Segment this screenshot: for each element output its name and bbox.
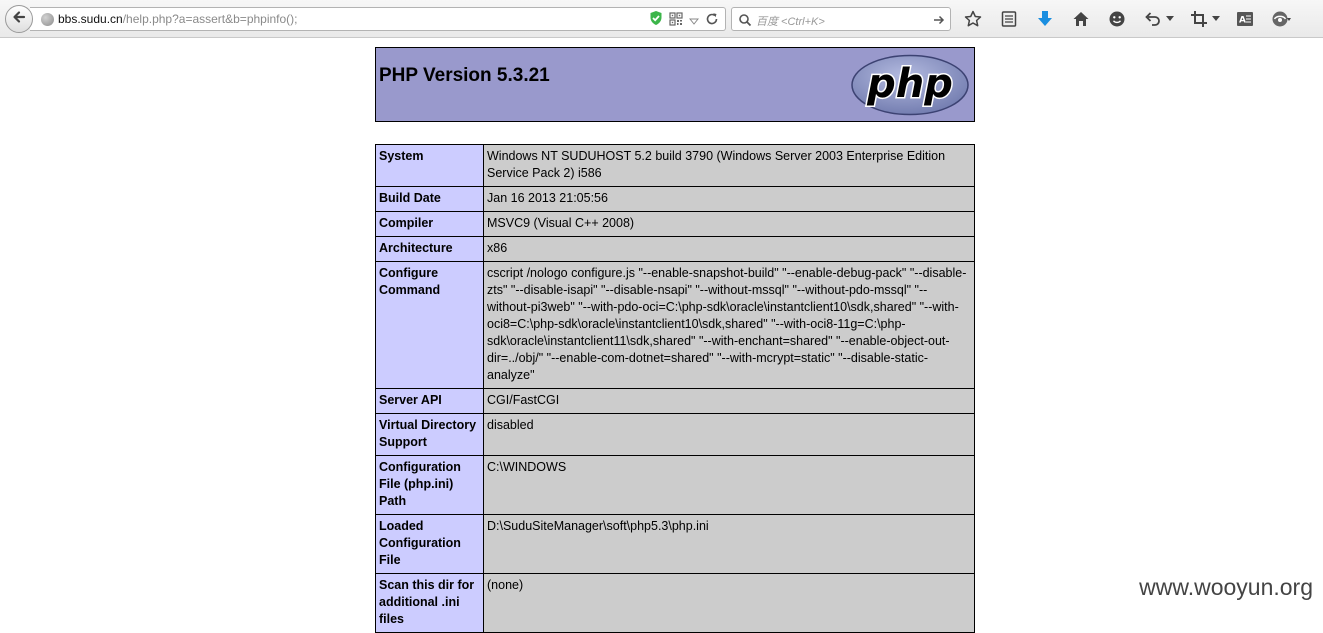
row-key: Scan this dir for additional .ini files: [375, 573, 484, 633]
download-icon[interactable]: [1034, 8, 1056, 30]
address-bar-icons: [649, 11, 719, 29]
addon-menu-icon[interactable]: [1270, 8, 1292, 30]
home-icon[interactable]: [1070, 8, 1092, 30]
search-icon: [738, 12, 752, 31]
table-row: Loaded Configuration File D:\SuduSiteMan…: [375, 514, 975, 574]
url-host: bbs.sudu.cn: [58, 12, 123, 26]
toolbar-icons: A: [962, 8, 1292, 30]
table-row: Compiler MSVC9 (Visual C++ 2008): [375, 211, 975, 237]
phpinfo-content: PHP Version 5.3.21 php php System Window…: [375, 47, 975, 633]
phpinfo-table: System Windows NT SUDUHOST 5.2 build 379…: [375, 144, 975, 633]
emoji-icon[interactable]: [1106, 8, 1128, 30]
table-row: Scan this dir for additional .ini files …: [375, 573, 975, 633]
row-value: x86: [483, 236, 975, 262]
row-value: (none): [483, 573, 975, 633]
row-key: System: [375, 144, 484, 187]
page-title: PHP Version 5.3.21: [379, 65, 550, 86]
table-row: Virtual Directory Support disabled: [375, 413, 975, 456]
row-key: Architecture: [375, 236, 484, 262]
svg-text:A: A: [1239, 16, 1246, 26]
search-bar[interactable]: 百度 <Ctrl+K>: [731, 7, 951, 31]
row-value: Jan 16 2013 21:05:56: [483, 186, 975, 212]
table-row: System Windows NT SUDUHOST 5.2 build 379…: [375, 144, 975, 187]
crop-icon[interactable]: [1188, 8, 1210, 30]
row-value: Windows NT SUDUHOST 5.2 build 3790 (Wind…: [483, 144, 975, 187]
bookmark-star-icon[interactable]: [962, 8, 984, 30]
reading-list-icon[interactable]: [998, 8, 1020, 30]
reload-icon[interactable]: [705, 11, 719, 30]
row-key: Configuration File (php.ini) Path: [375, 455, 484, 515]
url-path: /help.php?a=assert&b=phpinfo();: [122, 12, 298, 26]
row-key: Virtual Directory Support: [375, 413, 484, 456]
row-value: C:\WINDOWS: [483, 455, 975, 515]
table-row: Configuration File (php.ini) Path C:\WIN…: [375, 455, 975, 515]
address-bar[interactable]: bbs.sudu.cn/help.php?a=assert&b=phpinfo(…: [30, 7, 726, 31]
row-value: disabled: [483, 413, 975, 456]
php-logo: php php: [850, 54, 970, 120]
search-input[interactable]: 百度 <Ctrl+K>: [756, 13, 825, 29]
back-button[interactable]: [5, 5, 33, 33]
back-icon: [11, 9, 27, 29]
undo-icon[interactable]: [1142, 8, 1164, 30]
row-key: Server API: [375, 388, 484, 414]
globe-icon: [41, 13, 54, 26]
crop-dropdown-icon[interactable]: [1210, 16, 1222, 22]
php-logo-text: php: [866, 61, 953, 107]
row-key: Compiler: [375, 211, 484, 237]
watermark: www.wooyun.org: [1139, 574, 1313, 600]
row-key: Build Date: [375, 186, 484, 212]
row-value: D:\SuduSiteManager\soft\php5.3\php.ini: [483, 514, 975, 574]
row-key: Configure Command: [375, 261, 484, 389]
reader-mode-icon[interactable]: A: [1234, 8, 1256, 30]
qr-code-icon[interactable]: [669, 11, 683, 30]
shield-check-icon[interactable]: [649, 10, 663, 30]
row-value: cscript /nologo configure.js "--enable-s…: [483, 261, 975, 389]
row-key: Loaded Configuration File: [375, 514, 484, 574]
url-text[interactable]: bbs.sudu.cn/help.php?a=assert&b=phpinfo(…: [58, 12, 298, 26]
row-value: CGI/FastCGI: [483, 388, 975, 414]
browser-toolbar: bbs.sudu.cn/help.php?a=assert&b=phpinfo(…: [0, 0, 1323, 38]
php-version-header: PHP Version 5.3.21 php php: [375, 47, 975, 122]
undo-dropdown-icon[interactable]: [1164, 16, 1176, 22]
table-row: Server API CGI/FastCGI: [375, 388, 975, 414]
table-row: Architecture x86: [375, 236, 975, 262]
table-row: Build Date Jan 16 2013 21:05:56: [375, 186, 975, 212]
row-value: MSVC9 (Visual C++ 2008): [483, 211, 975, 237]
table-row: Configure Command cscript /nologo config…: [375, 261, 975, 389]
go-arrow-icon[interactable]: [932, 12, 946, 31]
dropdown-icon[interactable]: [688, 11, 700, 30]
